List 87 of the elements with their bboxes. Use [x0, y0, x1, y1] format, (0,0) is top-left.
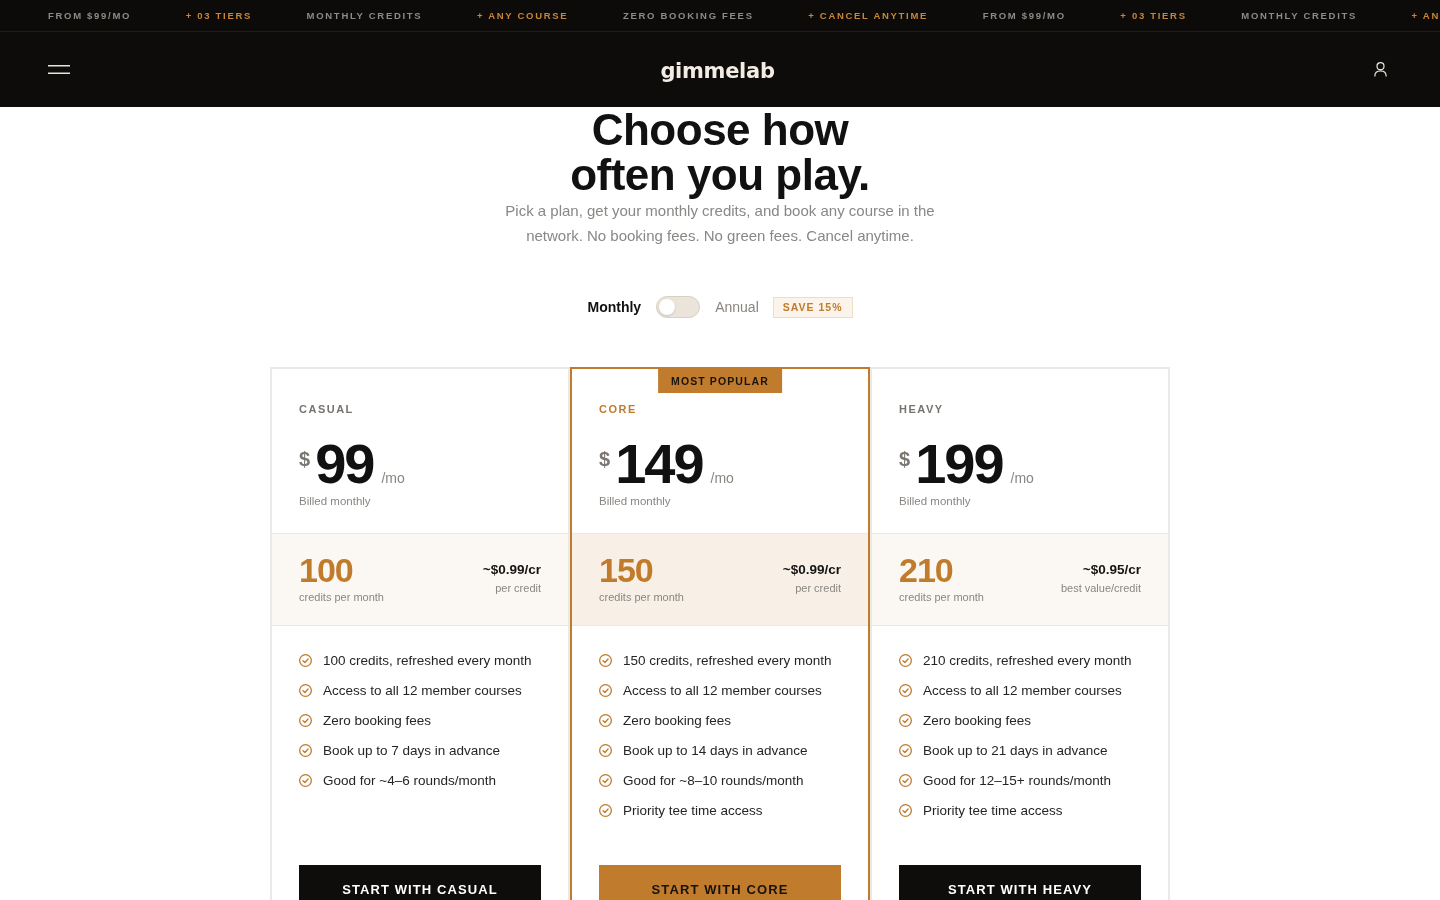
check-circle-icon — [299, 713, 312, 727]
price-amount: 149 — [615, 436, 703, 492]
feature-text: Access to all 12 member courses — [923, 681, 1122, 699]
check-circle-icon — [899, 743, 912, 757]
price-currency: $ — [299, 448, 311, 470]
heading-line: often you play. — [570, 152, 870, 197]
plan-name: CASUAL — [299, 402, 355, 416]
ticker-item: FROM $99/MO — [982, 9, 1066, 22]
ticker-item: MONTHLY CREDITS — [306, 9, 423, 22]
check-circle-icon — [599, 773, 612, 787]
heading-line: Choose how — [591, 107, 849, 152]
feature-text: Priority tee time access — [623, 801, 763, 819]
check-circle-icon — [599, 743, 612, 757]
user-icon — [1374, 62, 1387, 77]
ticker-item: + 03 TIERS — [185, 9, 253, 22]
check-circle-icon — [599, 683, 612, 697]
billing-note: Billed monthly — [599, 494, 672, 508]
discount-badge: SAVE 15% — [772, 296, 853, 318]
feature-text: Access to all 12 member courses — [623, 681, 822, 699]
feature-text: Priority tee time access — [923, 801, 1063, 819]
credit-rate: ~$0.99/cr — [782, 562, 841, 578]
intro-text: Pick a plan, get your monthly credits, and book any course in the network. No booking fees. No green fees. Cancel anytime. — [504, 201, 936, 246]
credits-amount: 100 — [299, 553, 354, 587]
price-currency: $ — [899, 448, 911, 470]
ticker-item: + 03 TIERS — [1120, 9, 1187, 22]
check-circle-icon — [299, 683, 312, 697]
ticker-item: FROM $99/MO — [48, 9, 132, 22]
check-circle-icon — [599, 713, 612, 727]
start-plan-button[interactable]: START WITH CORE — [599, 865, 841, 900]
credit-rate: ~$0.99/cr — [482, 562, 541, 578]
feature-text: Zero booking fees — [623, 711, 732, 729]
credit-rate: ~$0.95/cr — [1081, 562, 1141, 578]
logo[interactable]: gimmelab — [660, 57, 775, 84]
price-period: /mo — [710, 470, 734, 486]
feature-text: Access to all 12 member courses — [323, 681, 522, 699]
check-circle-icon — [899, 803, 912, 817]
billing-toggle[interactable] — [656, 296, 701, 318]
price-period: /mo — [1010, 470, 1034, 486]
feature-text: Good for ~8–10 rounds/month — [623, 771, 804, 789]
credits-label: credits per month — [899, 590, 984, 604]
price-period: /mo — [381, 470, 405, 486]
billing-option-label: Annual — [715, 298, 759, 316]
check-circle-icon — [599, 653, 612, 667]
price-currency: $ — [599, 448, 611, 470]
check-circle-icon — [899, 653, 912, 667]
feature-text: Book up to 14 days in advance — [623, 741, 808, 759]
check-circle-icon — [599, 803, 612, 817]
start-plan-button[interactable]: START WITH CASUAL — [299, 865, 541, 900]
plan-name: CORE — [599, 402, 638, 416]
credit-rate-note: best value/credit — [1060, 581, 1141, 595]
feature-text: Book up to 21 days in advance — [923, 741, 1108, 759]
check-circle-icon — [899, 713, 912, 727]
ticker-item: + ANY COURSE — [476, 9, 569, 22]
billing-option-label: Monthly — [587, 298, 642, 316]
ticker-item: + AN — [1411, 9, 1440, 22]
feature-text: Zero booking fees — [323, 711, 432, 729]
feature-text: 150 credits, refreshed every month — [623, 651, 832, 669]
billing-note: Billed monthly — [299, 494, 372, 508]
account-button[interactable] — [1374, 62, 1387, 77]
billing-note: Billed monthly — [899, 494, 972, 508]
check-circle-icon — [899, 773, 912, 787]
ticker-item: ZERO BOOKING FEES — [622, 9, 754, 22]
feature-text: 100 credits, refreshed every month — [323, 651, 532, 669]
start-plan-button[interactable]: START WITH HEAVY — [899, 865, 1141, 900]
check-circle-icon — [899, 683, 912, 697]
menu-button[interactable] — [48, 65, 70, 74]
credit-rate-note: per credit — [794, 581, 841, 595]
feature-text: Good for ~4–6 rounds/month — [323, 771, 496, 789]
feature-text: Good for 12–15+ rounds/month — [923, 771, 1111, 789]
popular-ribbon: MOST POPULAR — [658, 369, 782, 393]
ticker-item: MONTHLY CREDITS — [1241, 9, 1358, 22]
check-circle-icon — [299, 653, 312, 667]
feature-text: Zero booking fees — [923, 711, 1032, 729]
check-circle-icon — [299, 743, 312, 757]
feature-text: 210 credits, refreshed every month — [923, 651, 1132, 669]
ticker-item: + CANCEL ANYTIME — [808, 9, 929, 22]
menu-icon — [48, 65, 70, 74]
credits-amount: 210 — [899, 553, 954, 587]
credits-label: credits per month — [599, 590, 684, 604]
credit-rate-note: per credit — [494, 581, 541, 595]
price-amount: 99 — [315, 436, 374, 492]
feature-text: Book up to 7 days in advance — [323, 741, 501, 759]
credits-label: credits per month — [299, 590, 384, 604]
plan-name: HEAVY — [899, 402, 945, 416]
check-circle-icon — [299, 773, 312, 787]
credits-amount: 150 — [599, 553, 654, 587]
price-amount: 199 — [915, 436, 1003, 492]
